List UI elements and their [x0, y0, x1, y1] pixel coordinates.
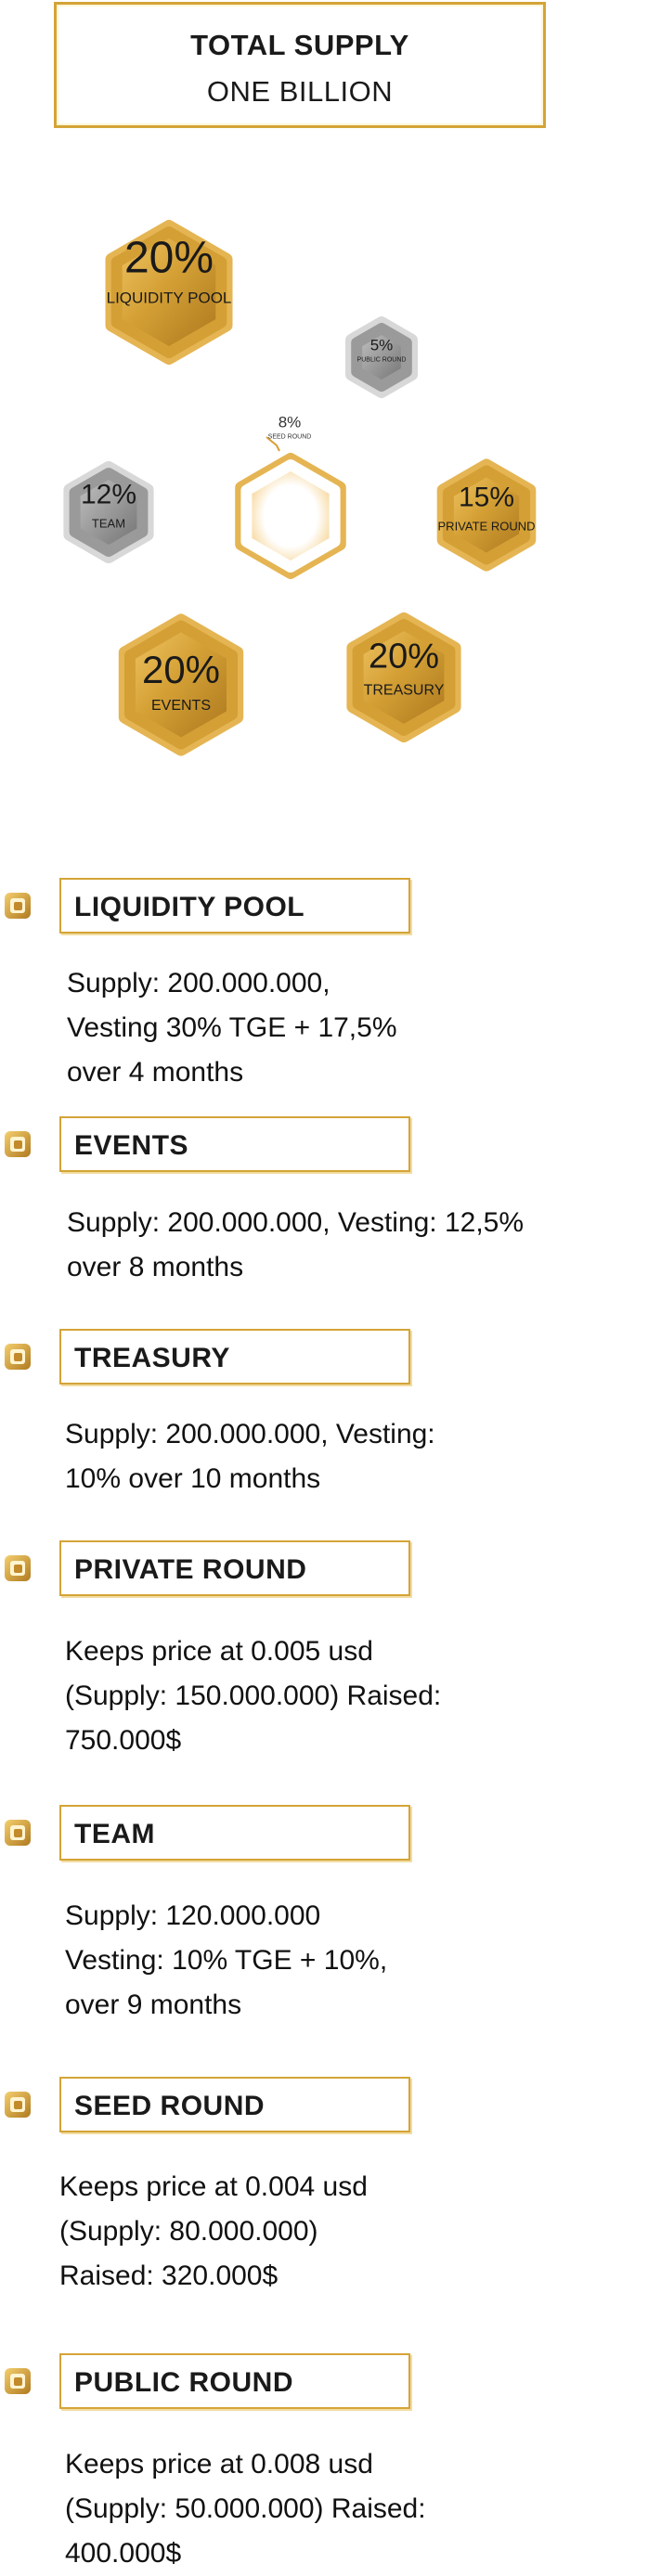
section-description: Supply: 200.000.000, Vesting 30% TGE + 17…	[67, 961, 624, 1095]
hexagon-name: PUBLIC ROUND	[356, 356, 407, 364]
description-line: Supply: 120.000.000	[65, 1900, 321, 1931]
section-header: LIQUIDITY POOL	[59, 878, 410, 934]
description-line: Keeps price at 0.004 usd	[59, 2171, 368, 2202]
description-line: Supply: 200.000.000,	[67, 968, 330, 998]
description-line: 400.000$	[65, 2538, 182, 2569]
hexagon-percent: 20%	[368, 637, 440, 676]
description-line: 750.000$	[65, 1725, 182, 1756]
description-line: Keeps price at 0.005 usd	[65, 1636, 373, 1667]
description-line: 10% over 10 months	[65, 1463, 321, 1494]
hexagon-percent: 5%	[369, 336, 394, 354]
gold-coin-icon	[2, 2365, 33, 2397]
description-line: over 8 months	[67, 1252, 244, 1282]
hexagon-label-private-round: 15% PRIVATE ROUND	[438, 483, 536, 534]
section-header: PRIVATE ROUND	[59, 1540, 410, 1596]
hexagon-label-public-round: 5% PUBLIC ROUND	[357, 337, 407, 364]
hexagon-percent: 20%	[141, 648, 221, 691]
allocation-hexagon-cluster: 20% LIQUIDITY POOL 5% PUBLIC ROUND 8% SEED RO…	[0, 167, 648, 835]
section-title: PUBLIC ROUND	[74, 2367, 293, 2398]
hexagon-label-events: 20% EVENTS	[142, 648, 220, 715]
description-line: Raised: 320.000$	[59, 2260, 279, 2291]
section-description: Supply: 200.000.000, Vesting: 10% over 10…	[65, 1412, 622, 1501]
section-title: SEED ROUND	[74, 2091, 266, 2121]
description-line: Vesting 30% TGE + 17,5%	[67, 1012, 397, 1043]
description-line: (Supply: 80.000.000)	[59, 2216, 318, 2247]
section-title: PRIVATE ROUND	[74, 1554, 307, 1585]
hexagon-name: EVENTS	[150, 698, 211, 714]
gold-coin-icon	[2, 1552, 33, 1584]
hexagon-percent: 15%	[458, 482, 515, 513]
section-header: EVENTS	[59, 1116, 410, 1172]
description-line: over 4 months	[67, 1057, 244, 1088]
section-title: TREASURY	[74, 1343, 230, 1373]
hexagon-percent: 20%	[123, 233, 214, 283]
hexagon-name: TREASURY	[363, 682, 445, 699]
description-line: Supply: 200.000.000, Vesting:	[65, 1419, 435, 1449]
section-description: Supply: 200.000.000, Vesting: 12,5% over …	[67, 1201, 624, 1290]
hexagon-name: SEED ROUND	[267, 433, 312, 441]
hexagon-label-liquidity-pool: 20% LIQUIDITY POOL	[107, 233, 232, 308]
section-title: LIQUIDITY POOL	[74, 892, 305, 922]
total-supply-title: TOTAL SUPPLY	[190, 29, 409, 61]
hexagon-label-team: 12% TEAM	[81, 480, 136, 531]
gold-coin-icon	[2, 2089, 33, 2120]
section-description: Keeps price at 0.005 usd (Supply: 150.000…	[65, 1629, 622, 1763]
hexagon-label-seed-round: 8% SEED ROUND	[268, 414, 312, 441]
description-line: Keeps price at 0.008 usd	[65, 2449, 373, 2479]
section-title: TEAM	[74, 1819, 155, 1849]
description-line: (Supply: 50.000.000) Raised:	[65, 2493, 426, 2524]
section-description: Keeps price at 0.004 usd (Supply: 80.000.…	[59, 2165, 616, 2299]
section-header: TREASURY	[59, 1329, 410, 1385]
hexagon-name: LIQUIDITY POOL	[106, 289, 232, 307]
gold-coin-icon	[2, 890, 33, 921]
description-line: (Supply: 150.000.000) Raised:	[65, 1681, 442, 1711]
section-header: SEED ROUND	[59, 2077, 410, 2132]
hexagon-percent: 8%	[278, 413, 302, 431]
description-line: Supply: 200.000.000, Vesting: 12,5%	[67, 1207, 525, 1238]
hexagon-label-treasury: 20% TREASURY	[364, 638, 445, 700]
section-title: EVENTS	[74, 1130, 189, 1161]
hexagon-seed-round	[240, 459, 341, 573]
hexagon-percent: 12%	[80, 479, 137, 510]
hexagon-name: PRIVATE ROUND	[437, 519, 536, 534]
gold-coin-icon	[2, 1341, 33, 1372]
total-supply-value: ONE BILLION	[206, 75, 394, 108]
description-line: Vesting: 10% TGE + 10%,	[65, 1945, 388, 1976]
section-header: TEAM	[59, 1805, 410, 1861]
section-header: PUBLIC ROUND	[59, 2353, 410, 2409]
section-description: Keeps price at 0.008 usd (Supply: 50.000.…	[65, 2442, 622, 2576]
description-line: over 9 months	[65, 1990, 242, 2020]
hexagon-name: TEAM	[91, 516, 126, 531]
gold-coin-icon	[2, 1817, 33, 1848]
gold-coin-icon	[2, 1128, 33, 1160]
total-supply-box: TOTAL SUPPLY ONE BILLION	[54, 2, 546, 128]
section-description: Supply: 120.000.000 Vesting: 10% TGE + 10…	[65, 1894, 622, 2028]
